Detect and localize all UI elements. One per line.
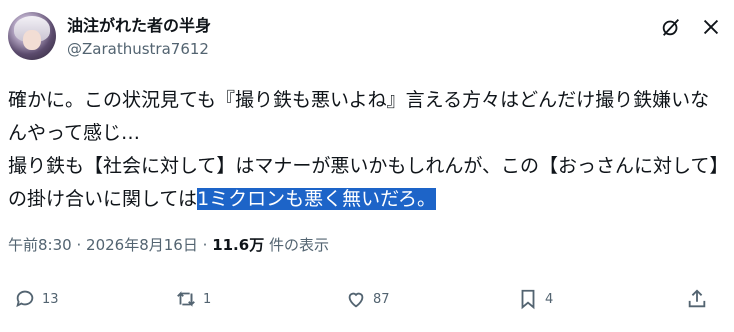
post-text-highlighted: 1ミクロンも悪く無いだろ。: [197, 188, 437, 210]
reply-count: 13: [42, 291, 59, 307]
post-text: 確かに。この状況見ても『撮り鉄も悪いよね』言える方々はどんだけ撮り鉄嫌いなんやっ…: [8, 84, 728, 216]
bookmark-icon: [521, 289, 535, 310]
bookmark-count: 4: [545, 291, 554, 307]
repost-icon: [177, 291, 195, 307]
meta-separator: ·: [202, 236, 208, 254]
reply-button[interactable]: 13: [14, 288, 59, 310]
author-display-name[interactable]: 油注がれた者の半身: [67, 12, 211, 36]
share-icon: [688, 289, 706, 308]
post-date[interactable]: 2026年8月16日: [86, 236, 198, 254]
like-icon: [348, 292, 364, 308]
more-icon[interactable]: [700, 16, 722, 38]
share-button[interactable]: [686, 288, 708, 310]
views-label: 件の表示: [268, 236, 329, 254]
like-count: 87: [373, 291, 390, 307]
avatar[interactable]: [8, 12, 56, 60]
action-bar: 13 1 87 4: [0, 288, 734, 324]
repost-button[interactable]: 1: [175, 288, 211, 310]
grok-icon[interactable]: [660, 16, 682, 38]
post-time[interactable]: 午前8:30: [8, 236, 72, 254]
repost-count: 1: [203, 291, 212, 307]
author-handle[interactable]: @Zarathustra7612: [67, 40, 209, 58]
bookmark-button[interactable]: 4: [517, 288, 553, 310]
meta-separator: ·: [76, 236, 82, 254]
reply-icon: [16, 290, 34, 308]
views-count: 11.6万: [212, 236, 265, 254]
avatar-face: [23, 30, 41, 50]
like-button[interactable]: 87: [345, 288, 390, 310]
post-meta: 午前8:30 · 2026年8月16日 · 11.6万 件の表示: [8, 234, 329, 255]
